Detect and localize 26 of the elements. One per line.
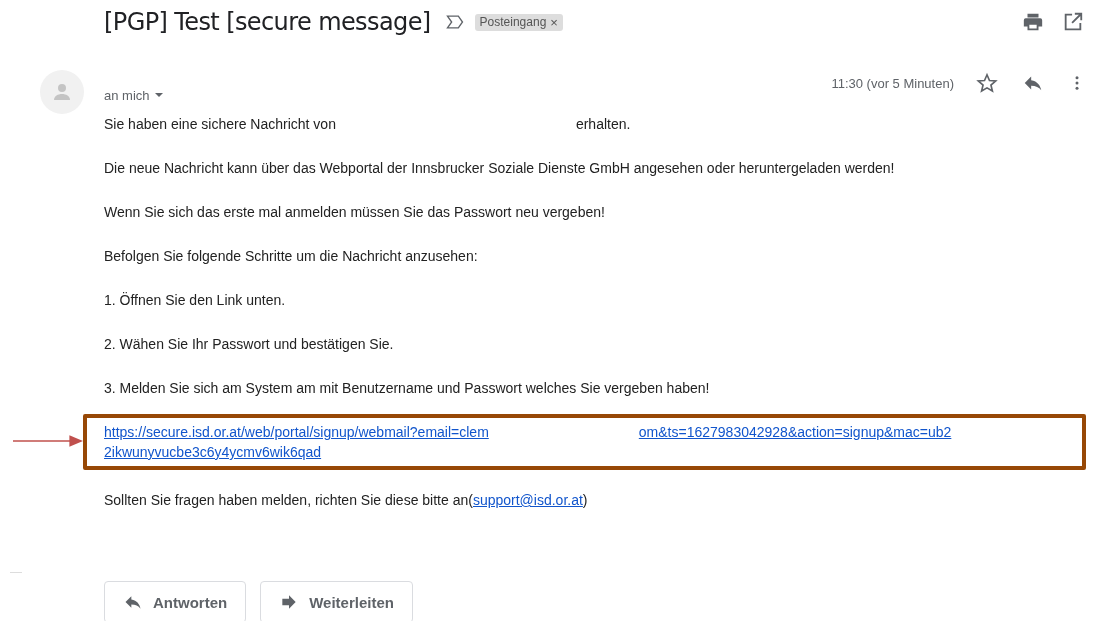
star-icon[interactable] — [976, 72, 998, 94]
label-text: Posteingang — [479, 15, 547, 29]
message-time: 11:30 (vor 5 Minuten) — [831, 75, 954, 91]
body-text: 1. Öffnen Sie den Link unten. — [104, 291, 287, 310]
reply-button[interactable]: Antworten — [104, 581, 247, 621]
print-icon[interactable] — [1022, 11, 1044, 33]
body-text: Die neue Nachricht kann über das Webportal der Innsbrucker Soziale Dienste GmbH angesehen oder heruntergeladen werden! — [104, 159, 896, 178]
remove-label-button[interactable]: × — [550, 14, 558, 30]
pointer-arrow — [13, 434, 83, 448]
link[interactable]: https://secure.isd.or.at/web/portal/signup/webmail?email=clem — [104, 422, 489, 442]
email-subject: [PGP] Test [secure message] — [104, 8, 431, 36]
body-text: 3. Melden Sie sich am System am mit Benutzername und Passwort welches Sie vergeben haben! — [104, 379, 711, 398]
email-link[interactable]: support@isd.or.at — [472, 492, 583, 508]
recipient-dropdown[interactable]: an mich — [104, 87, 164, 103]
open-in-new-window-icon[interactable] — [1062, 11, 1084, 33]
body-text: Sie haben eine sichere Nachricht von — [104, 116, 336, 132]
body-text: 2. Wähen Sie Ihr Passwort und bestätigen Sie. — [104, 335, 395, 354]
forward-button[interactable]: Weiterleiten — [260, 581, 413, 621]
body-text: Befolgen Sie folgende Schritte um die Nachricht anzusehen: — [104, 247, 479, 266]
body-text: ) — [582, 492, 588, 508]
body-text: Wenn Sie sich das erste mal anmelden müssen Sie das Passwort neu vergeben! — [104, 203, 606, 222]
body-text: Sollten Sie fragen haben melden, richten Sie diese bitte an( — [104, 492, 473, 508]
link[interactable]: 2ikwunyvucbe3c6y4ycmv6wik6qad — [104, 442, 322, 462]
caret-icon — [153, 90, 164, 100]
body-text: erhalten. — [575, 116, 631, 132]
link[interactable]: om&ts=1627983042928&action=signup&mac=ub2 — [638, 422, 952, 442]
